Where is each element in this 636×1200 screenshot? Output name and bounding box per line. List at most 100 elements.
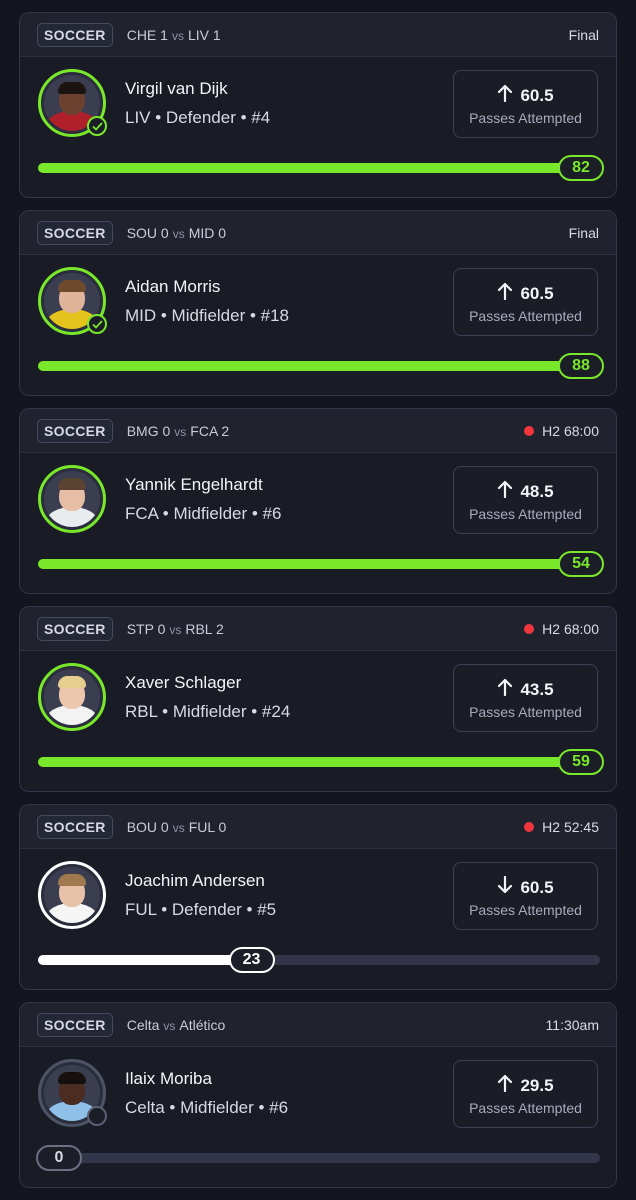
vs-label: vs — [174, 424, 187, 439]
check-icon — [87, 314, 107, 334]
away-team-score: LIV 1 — [187, 26, 221, 43]
card-body: Yannik Engelhardt FCA • Midfielder • #6 48… — [20, 453, 616, 593]
home-team-score: STP 0 — [126, 620, 166, 637]
player-avatar[interactable] — [38, 69, 107, 137]
card-header: SOCCER CHE 1 vs LIV 1 Final — [20, 13, 616, 57]
away-team-score: Atlético — [179, 1016, 226, 1033]
card-body: Virgil van Dijk LIV • Defender • #4 60.5 Pa… — [20, 57, 616, 197]
line-value: 60.5 — [520, 85, 554, 105]
line-value: 48.5 — [520, 481, 554, 501]
card-header: SOCCER BMG 0 vs FCA 2 H2 68:00 — [20, 409, 616, 453]
sport-badge: SOCCER — [37, 418, 113, 443]
away-team-score: MID 0 — [188, 224, 227, 241]
pick-card[interactable]: SOCCER STP 0 vs RBL 2 H2 68:00 Xaver Schlager… — [19, 606, 617, 792]
player-meta: FUL • Defender • #5 — [125, 900, 277, 919]
projection-line[interactable]: 60.5 Passes Attempted — [453, 70, 598, 138]
projection-line[interactable]: 60.5 Passes Attempted — [453, 862, 598, 930]
progress-bar: 88 — [38, 353, 604, 379]
game-status-text: 11:30am — [545, 1016, 599, 1033]
line-value: 29.5 — [520, 1075, 554, 1095]
home-team-score: SOU 0 — [126, 224, 169, 241]
progress-bar: 23 — [38, 947, 600, 973]
card-body: Xaver Schlager RBL • Midfielder • #24 43.5… — [20, 651, 616, 791]
stat-label: Passes Attempted — [469, 1100, 582, 1116]
matchup: BMG 0 vs FCA 2 — [127, 423, 229, 439]
pick-card[interactable]: SOCCER SOU 0 vs MID 0 Final Aidan Morris MID •… — [19, 210, 617, 396]
player-name[interactable]: Aidan Morris — [125, 277, 220, 297]
progress-bar: 82 — [38, 155, 604, 181]
player-name[interactable]: Joachim Andersen — [125, 871, 265, 891]
progress-bar: 54 — [38, 551, 604, 577]
matchup: SOU 0 vs MID 0 — [127, 225, 226, 241]
progress-fill — [38, 559, 600, 569]
progress-fill — [38, 163, 600, 173]
game-status: H2 68:00 — [524, 621, 599, 637]
card-body: Aidan Morris MID • Midfielder • #18 60.5 Pa… — [20, 255, 616, 395]
player-hair — [58, 82, 86, 94]
progress-fill — [38, 955, 252, 965]
home-team-score: Celta — [126, 1016, 160, 1033]
player-name[interactable]: Yannik Engelhardt — [125, 475, 263, 495]
game-status: Final — [569, 27, 599, 43]
live-dot-icon — [524, 425, 535, 436]
card-header: SOCCER STP 0 vs RBL 2 H2 68:00 — [20, 607, 616, 651]
game-status-text: H2 68:00 — [542, 620, 599, 637]
game-status: H2 52:45 — [524, 819, 599, 835]
player-photo — [44, 471, 100, 527]
pick-card[interactable]: SOCCER CHE 1 vs LIV 1 Final Virgil van Dijk LI… — [19, 12, 617, 198]
progress-bar: 59 — [38, 749, 604, 775]
sport-badge: SOCCER — [37, 814, 113, 839]
player-avatar[interactable] — [38, 465, 106, 533]
player-photo — [44, 669, 100, 725]
player-avatar[interactable] — [38, 663, 106, 731]
clock-icon — [87, 1106, 107, 1126]
progress-bar: 0 — [36, 1145, 600, 1171]
projection-line[interactable]: 43.5 Passes Attempted — [453, 664, 598, 732]
game-status-text: Final — [568, 224, 599, 241]
player-meta: Celta • Midfielder • #6 — [125, 1098, 289, 1117]
home-team-score: BOU 0 — [126, 818, 169, 835]
player-name[interactable]: Virgil van Dijk — [125, 79, 228, 99]
progress-value: 82 — [558, 155, 604, 181]
player-avatar[interactable] — [38, 267, 107, 335]
vs-label: vs — [172, 820, 185, 835]
pick-card[interactable]: SOCCER BMG 0 vs FCA 2 H2 68:00 Yannik Engelha… — [19, 408, 617, 594]
player-name[interactable]: Ilaix Moriba — [125, 1069, 212, 1089]
matchup: CHE 1 vs LIV 1 — [127, 27, 221, 43]
away-team-score: RBL 2 — [185, 620, 224, 637]
projection-line[interactable]: 60.5 Passes Attempted — [453, 268, 598, 336]
progress-fill — [38, 361, 600, 371]
arrow-down-icon — [497, 875, 513, 899]
card-body: Joachim Andersen FUL • Defender • #5 60.5 P… — [20, 849, 616, 989]
player-hair — [58, 874, 86, 886]
game-status-text: H2 68:00 — [542, 422, 599, 439]
player-meta: FCA • Midfielder • #6 — [125, 504, 282, 523]
progress-value: 0 — [36, 1145, 82, 1171]
sport-badge: SOCCER — [37, 1012, 113, 1037]
arrow-up-icon — [497, 84, 513, 107]
projection-line[interactable]: 48.5 Passes Attempted — [453, 466, 598, 534]
vs-label: vs — [171, 28, 184, 43]
line-value: 43.5 — [520, 679, 554, 699]
sport-badge: SOCCER — [37, 22, 113, 47]
away-team-score: FUL 0 — [188, 818, 227, 835]
player-avatar[interactable] — [38, 861, 106, 929]
progress-value: 88 — [558, 353, 604, 379]
matchup: STP 0 vs RBL 2 — [127, 621, 224, 637]
arrow-up-icon — [497, 282, 513, 305]
live-dot-icon — [524, 821, 535, 832]
pick-card[interactable]: SOCCER Celta vs Atlético 11:30am Ilaix Moriba… — [19, 1002, 617, 1188]
arrow-up-icon — [497, 1074, 513, 1097]
progress-value: 54 — [558, 551, 604, 577]
player-hair — [58, 478, 86, 490]
pick-card[interactable]: SOCCER BOU 0 vs FUL 0 H2 52:45 Joachim Anders… — [19, 804, 617, 990]
sport-badge: SOCCER — [37, 616, 113, 641]
progress-fill — [38, 757, 600, 767]
game-status-text: H2 52:45 — [542, 818, 599, 835]
player-name[interactable]: Xaver Schlager — [125, 673, 241, 693]
card-header: SOCCER Celta vs Atlético 11:30am — [20, 1003, 616, 1047]
player-avatar[interactable] — [38, 1059, 107, 1127]
projection-line[interactable]: 29.5 Passes Attempted — [453, 1060, 598, 1128]
progress-value: 59 — [558, 749, 604, 775]
matchup: BOU 0 vs FUL 0 — [127, 819, 227, 835]
